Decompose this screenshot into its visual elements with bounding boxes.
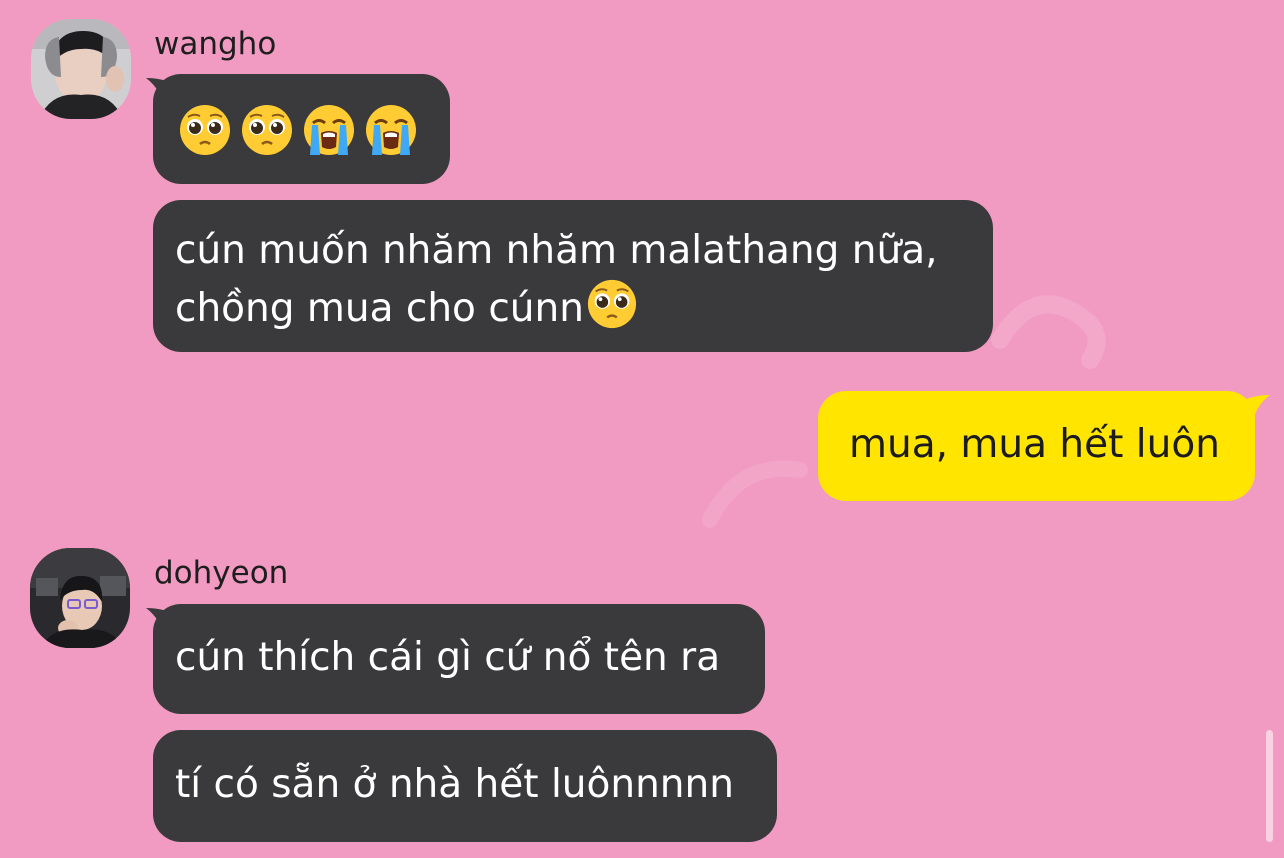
emoji-row xyxy=(178,103,418,157)
message-text: chồng mua cho cúnn xyxy=(175,286,584,331)
message-bubble[interactable] xyxy=(153,74,450,184)
message-text: cún thích cái gì cứ nổ tên ra xyxy=(175,635,721,680)
background-decoration xyxy=(991,295,1106,369)
message-bubble-outgoing[interactable]: mua, mua hết luôn xyxy=(818,391,1255,501)
message-bubble[interactable]: cún thích cái gì cứ nổ tên ra xyxy=(153,604,765,714)
loudly-crying-face-icon xyxy=(366,105,416,155)
sender-name: wangho xyxy=(154,26,277,62)
avatar-dohyeon[interactable] xyxy=(30,548,130,648)
user-avatar-photo xyxy=(31,19,131,119)
loudly-crying-face-icon xyxy=(304,105,354,155)
background-decoration xyxy=(702,460,808,528)
avatar-wangho[interactable] xyxy=(31,19,131,119)
user-avatar-photo xyxy=(30,548,130,648)
message-text: tí có sẵn ở nhà hết luônnnnn xyxy=(175,762,734,807)
message-text: cún muốn nhăm nhăm malathang nữa, xyxy=(175,228,938,273)
message-bubble[interactable]: cún muốn nhăm nhăm malathang nữa, chồng … xyxy=(153,200,993,352)
pleading-face-icon xyxy=(180,105,230,155)
pleading-face-icon xyxy=(242,105,292,155)
message-text: mua, mua hết luôn xyxy=(849,422,1220,467)
message-bubble[interactable]: tí có sẵn ở nhà hết luônnnnn xyxy=(153,730,777,842)
chat-view: wangho cún muốn nhăm nhăm malathang nữa,… xyxy=(0,0,1284,858)
pleading-face-icon xyxy=(587,279,636,329)
scrollbar[interactable] xyxy=(1266,730,1273,842)
sender-name: dohyeon xyxy=(154,555,289,591)
